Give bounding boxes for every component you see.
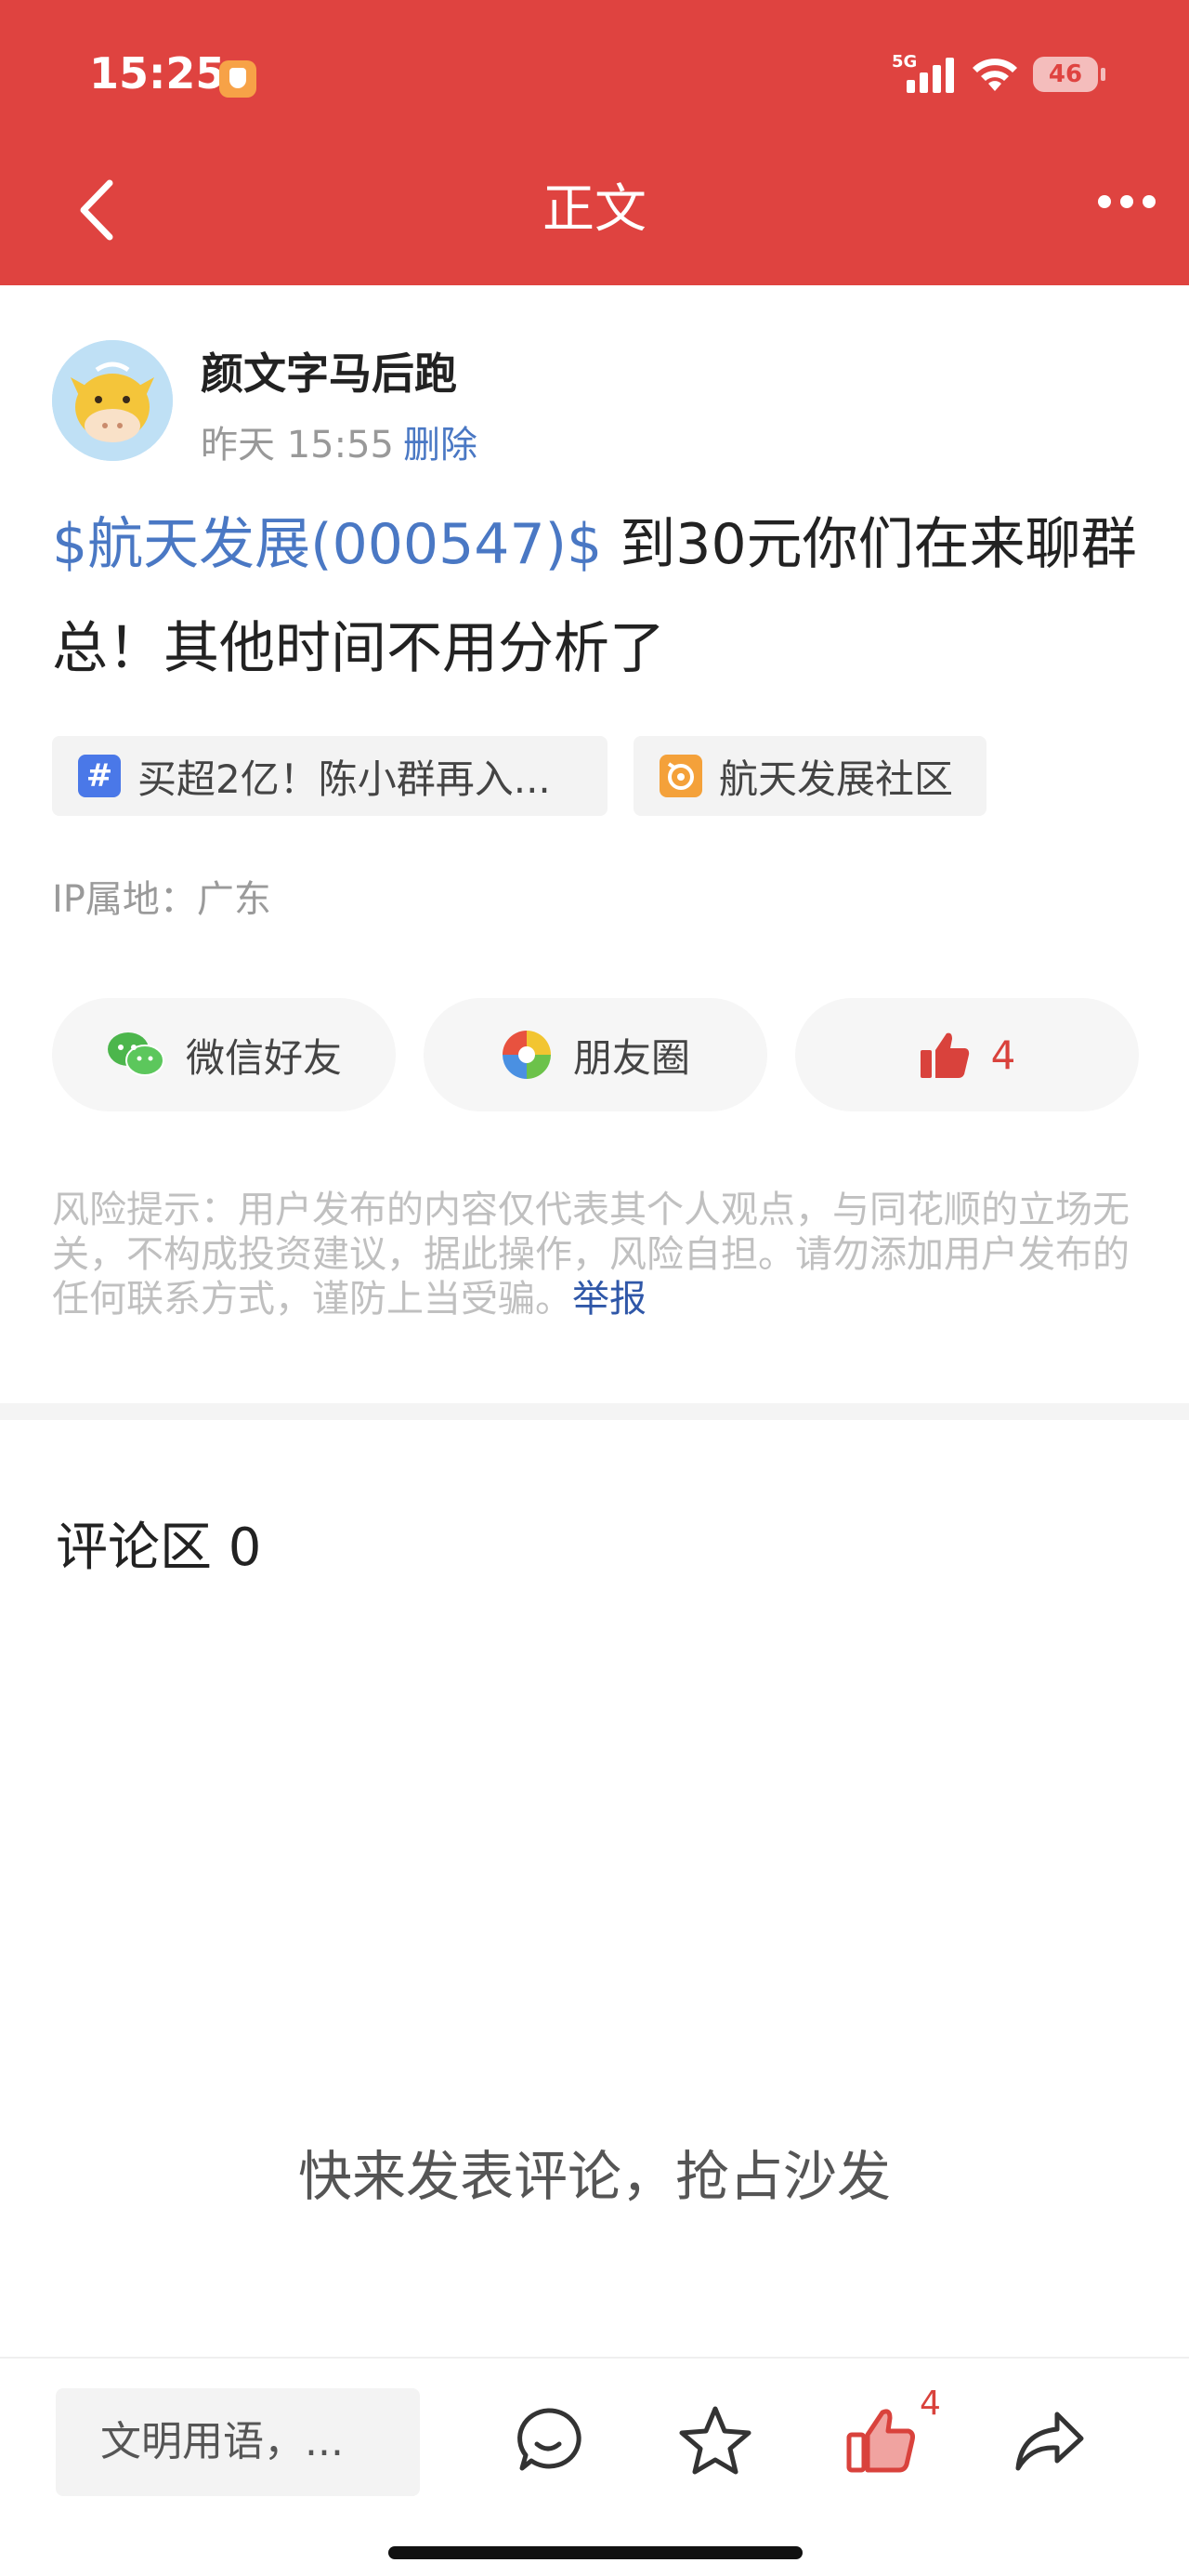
like-button[interactable]: 4: [795, 998, 1139, 1111]
community-icon: [660, 755, 702, 797]
community-chip[interactable]: 航天发展社区: [634, 736, 986, 816]
status-indicators: 5G 46: [892, 52, 1105, 97]
post-content: $航天发展(000547)$ 到30元你们在来聊群总！其他时间不用分析了: [52, 493, 1139, 701]
share-wechat-label: 微信好友: [185, 1034, 342, 1081]
star-icon[interactable]: [678, 2403, 752, 2477]
comments-title: 评论区 0: [56, 1518, 262, 1578]
comment-icon[interactable]: [511, 2403, 585, 2477]
thumbs-up-icon[interactable]: [843, 2403, 918, 2477]
community-label: 航天发展社区: [719, 756, 954, 802]
topic-chip[interactable]: # 买超2亿！陈小群再入...: [52, 736, 608, 816]
post-meta: 昨天 15:55 删除: [201, 414, 477, 468]
status-time: 15:25: [89, 48, 226, 99]
more-button[interactable]: [1098, 195, 1156, 208]
stock-tag-link[interactable]: $航天发展(000547)$: [52, 512, 602, 577]
comments-empty-text: 快来发表评论，抢占沙发: [297, 2145, 891, 2208]
ip-location: IP属地：广东: [52, 878, 271, 921]
share-moments-button[interactable]: 朋友圈: [424, 998, 767, 1111]
moments-icon: [501, 1029, 553, 1081]
bottom-like-count: 4: [920, 2385, 941, 2423]
like-count: 4: [990, 1032, 1016, 1078]
section-divider: [0, 1403, 1189, 1420]
delete-link[interactable]: 删除: [403, 424, 477, 467]
topic-tags: # 买超2亿！陈小群再入... 航天发展社区: [52, 736, 986, 816]
share-moments-label: 朋友圈: [572, 1034, 690, 1081]
home-indicator: [388, 2546, 803, 2559]
report-link[interactable]: 举报: [572, 1278, 647, 1321]
wechat-icon: [106, 1031, 165, 1079]
app-header: 15:25 5G 46 正文: [0, 0, 1189, 285]
signal-icon: 5G: [892, 52, 957, 97]
wifi-icon: [973, 59, 1017, 91]
author-section: 颜文字马后跑 昨天 15:55 删除: [52, 340, 1139, 470]
share-row: 微信好友 朋友圈 4: [52, 998, 1139, 1111]
share-icon[interactable]: [1013, 2403, 1087, 2477]
avatar[interactable]: [52, 340, 173, 461]
risk-notice: 风险提示：用户发布的内容仅代表其个人观点，与同花顺的立场无关，不构成投资建议，据…: [52, 1188, 1139, 1321]
topic-label: 买超2亿！陈小群再入...: [137, 756, 551, 802]
page-title: 正文: [542, 179, 647, 240]
share-wechat-button[interactable]: 微信好友: [52, 998, 396, 1111]
comment-input[interactable]: 文明用语，...: [56, 2388, 420, 2496]
thumbs-up-icon: [919, 1030, 971, 1080]
bottom-action-bar: 文明用语，... 4: [0, 2357, 1189, 2576]
hashtag-icon: #: [78, 755, 121, 797]
author-name[interactable]: 颜文字马后跑: [201, 340, 457, 401]
post-time: 昨天 15:55: [201, 424, 394, 467]
shield-icon: [219, 60, 256, 98]
battery-icon: 46: [1033, 57, 1105, 92]
